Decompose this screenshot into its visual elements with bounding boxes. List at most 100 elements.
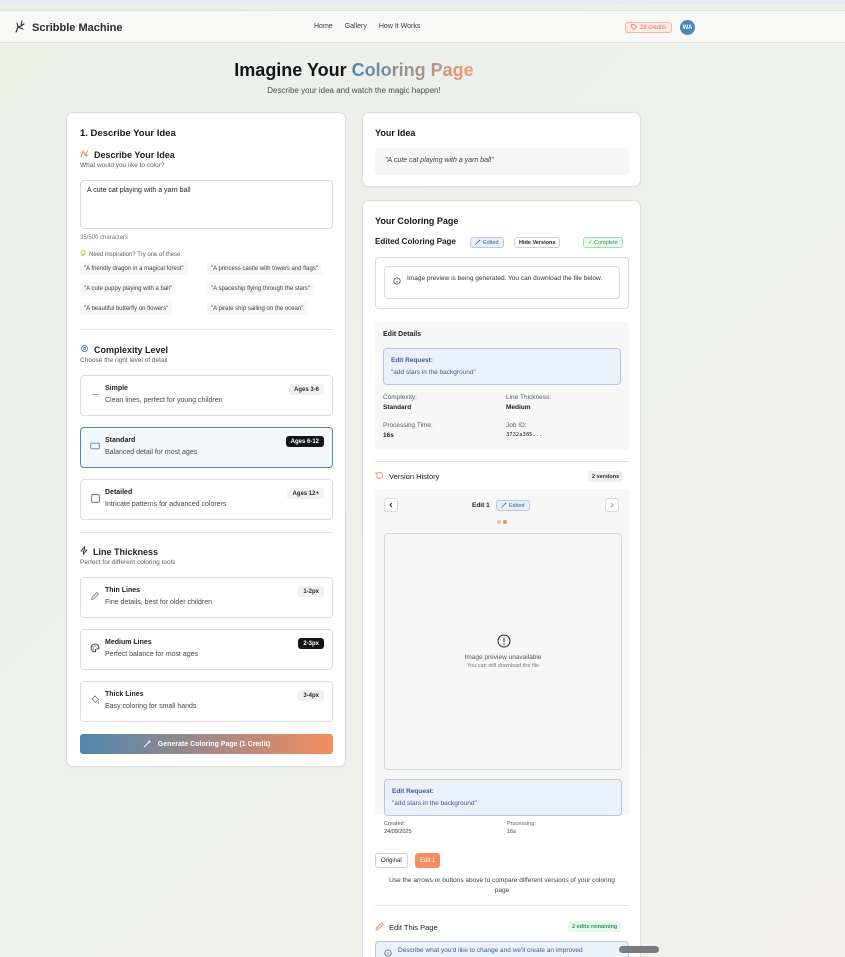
scribble-hand-icon — [14, 20, 26, 35]
coloring-page-title: Your Coloring Page — [375, 216, 459, 226]
option-title: Simple — [105, 385, 128, 392]
tag-icon — [631, 23, 637, 32]
page-title: Imagine Your Coloring Page — [0, 60, 708, 81]
option-title: Thick Lines — [105, 691, 144, 698]
line-thickness-value: Medium — [506, 404, 531, 411]
processing-time-value: 16s — [383, 432, 394, 439]
edited-pill-label: Edited — [483, 239, 499, 246]
job-id-label: Job ID: — [506, 422, 527, 429]
brand-logo[interactable]: Scribble Machine — [14, 20, 122, 35]
suggestion-chip[interactable]: "A friendly dragon in a magical forest" — [80, 262, 188, 275]
nav-link-gallery[interactable]: Gallery — [345, 23, 367, 30]
suggestion-chip[interactable]: "A princess castle with towers and flags… — [207, 262, 322, 275]
version-history-label: Version History — [389, 472, 440, 481]
option-title: Thin Lines — [105, 587, 140, 594]
page-subtitle: Describe your idea and watch the magic h… — [267, 86, 441, 95]
complexity-heading-text: Complexity Level — [94, 344, 169, 355]
line-thickness-heading-text: Line Thickness — [93, 546, 159, 557]
describe-heading-text: Describe Your Idea — [94, 149, 175, 160]
option-desc: Easy coloring for small hands — [105, 703, 197, 710]
coloring-page-card: Your Coloring Page Edited Coloring Page … — [362, 200, 641, 957]
next-version-button[interactable] — [605, 498, 619, 512]
credits-count: 28 credits — [640, 24, 667, 31]
edit-request-label: Edit Request: — [391, 357, 433, 364]
edit-request-text: "add stars in the background" — [391, 369, 476, 376]
suggestion-chip[interactable]: "A spaceship flying through the stars" — [207, 282, 314, 295]
suggestion-chip[interactable]: "A beautiful butterfly on flowers" — [80, 302, 173, 315]
original-version-button[interactable]: Original — [375, 853, 408, 868]
hide-versions-button[interactable]: Hide Versions — [514, 237, 561, 248]
option-desc: Fine details, best for older children — [105, 599, 212, 606]
brand-name: Scribble Machine — [32, 21, 123, 34]
complexity-option-standard[interactable]: Standard Balanced detail for most ages A… — [80, 427, 333, 468]
chevron-right-icon — [609, 501, 615, 510]
thickness-badge: 1-2px — [298, 586, 324, 597]
zap-icon — [80, 546, 88, 557]
pencil-icon — [90, 591, 100, 601]
char-count: 35/500 characters — [80, 235, 129, 241]
divider — [80, 329, 333, 330]
prev-version-button[interactable] — [384, 498, 398, 512]
generate-button[interactable]: Generate Coloring Page (1 Credit) — [80, 734, 333, 754]
image-preview: Image preview unavailable You can still … — [384, 533, 622, 770]
thickness-badge: 3-4px — [298, 690, 324, 701]
edit-prompt-box: Describe what you'd like to change and w… — [375, 941, 629, 957]
inspiration-label: Need inspiration? Try one of these: — [80, 250, 182, 259]
edit-prompt-text: Describe what you'd like to change and w… — [398, 947, 583, 954]
age-badge: Ages 6-12 — [285, 436, 324, 447]
edit-request-label: Edit Request: — [392, 788, 434, 795]
scrollbar-thumb[interactable] — [619, 946, 659, 953]
edit-details-panel: Edit Details Edit Request: "add stars in… — [375, 322, 629, 450]
wand-icon — [501, 502, 507, 510]
compare-hint: Use the arrows or buttons above to compa… — [389, 877, 615, 894]
created-value: 24/09/2025 — [384, 829, 412, 835]
info-circle-icon — [393, 277, 401, 287]
info-circle-icon — [384, 949, 392, 957]
line-option-thin[interactable]: Thin Lines Fine details, best for older … — [80, 577, 333, 618]
preview-notice-text: Image preview is being generated. You ca… — [407, 275, 603, 282]
pencil-icon — [375, 922, 384, 933]
processing-time-label: Processing Time: — [383, 422, 433, 429]
palette-icon — [80, 149, 89, 160]
page-title-plain: Imagine Your — [234, 60, 347, 80]
credits-badge[interactable]: 28 credits — [625, 22, 673, 33]
rectangle-icon — [90, 441, 100, 451]
version-dot[interactable] — [497, 520, 501, 524]
line-thickness-heading: Line Thickness — [80, 546, 158, 557]
edit-request-text: "add stars in the background" — [392, 800, 477, 807]
complexity-label: Complexity: — [383, 394, 417, 401]
wand-icon — [475, 239, 481, 247]
line-option-thick[interactable]: Thick Lines Easy coloring for small hand… — [80, 681, 333, 722]
edit1-version-button[interactable]: Edit 1 — [415, 853, 441, 868]
complexity-subtitle: Choose the right level of detail — [80, 357, 168, 364]
current-version-label: Edit 1 — [472, 502, 490, 509]
processing-label: Processing: — [507, 821, 536, 827]
cog-icon — [80, 344, 89, 355]
suggestion-chip[interactable]: "A pirate ship sailing on the ocean" — [207, 302, 308, 315]
preview-unavailable-sub: You can still download the file — [467, 663, 539, 669]
idea-title: Your Idea — [375, 128, 416, 138]
alert-circle-icon — [497, 634, 511, 650]
version-dot-active[interactable] — [503, 520, 507, 524]
nav-link-home[interactable]: Home — [314, 23, 333, 30]
line-thickness-subtitle: Perfect for different coloring tools — [80, 559, 176, 566]
option-title: Medium Lines — [105, 639, 152, 646]
wand-icon — [143, 739, 152, 750]
avatar[interactable]: WA — [680, 20, 695, 35]
preview-notice-wrapper: Image preview is being generated. You ca… — [375, 257, 629, 309]
edits-remaining-badge: 2 edits remaining — [568, 921, 622, 932]
square-icon — [90, 493, 100, 503]
idea-textarea[interactable]: A cute cat playing with a yarn ball — [80, 180, 333, 229]
nav-link-how-it-works[interactable]: How It Works — [379, 23, 421, 30]
complexity-option-detailed[interactable]: Detailed Intricate patterns for advanced… — [80, 479, 333, 520]
palette-icon — [90, 643, 100, 653]
version-history-heading: Version History — [375, 471, 439, 482]
line-option-medium[interactable]: Medium Lines Perfect balance for most ag… — [80, 629, 333, 670]
complexity-option-simple[interactable]: Simple Clean lines, perfect for young ch… — [80, 375, 333, 416]
edit-details-title: Edit Details — [383, 331, 422, 338]
thickness-badge: 2-3px — [298, 638, 324, 649]
divider — [375, 905, 629, 906]
suggestion-chip[interactable]: "A cute puppy playing with a ball" — [80, 282, 176, 295]
option-title: Detailed — [105, 489, 133, 496]
age-badge: Ages 12+ — [287, 488, 324, 499]
